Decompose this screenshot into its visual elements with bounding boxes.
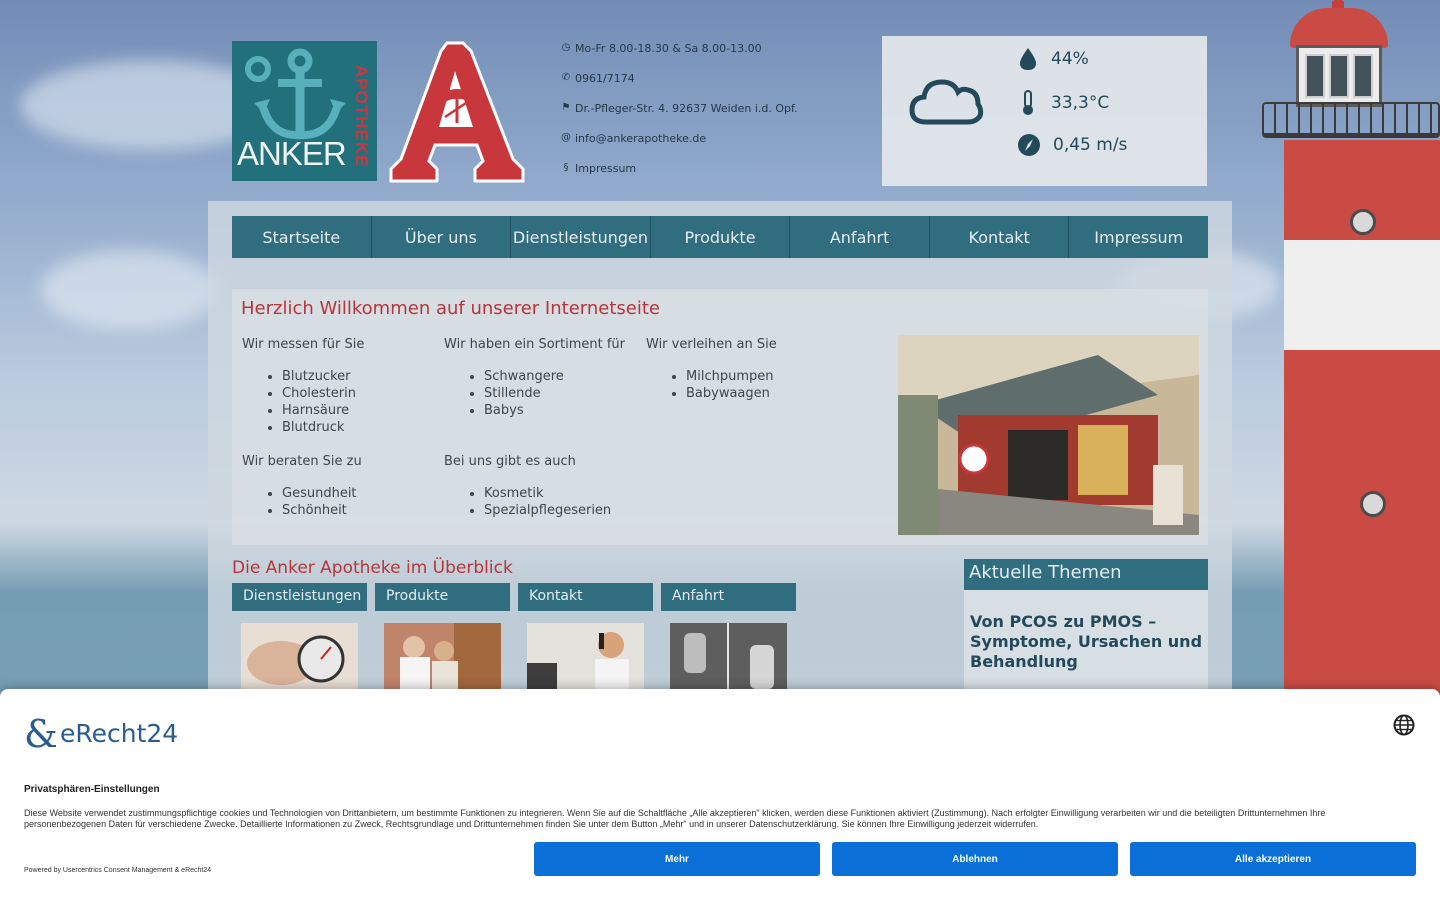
erecht24-logo: & eRecht24 [24,713,178,753]
phone-number[interactable]: ✆ 0961/7174 [561,72,798,102]
at-icon: @ [561,132,571,143]
list-item: Kosmetik [484,485,611,502]
nav-dienstleistungen[interactable]: Dienstleistungen [511,216,651,258]
phone-contact-image [527,623,644,693]
brand-name: eRecht24 [60,718,179,748]
nav-impressum[interactable]: Impressum [1069,216,1208,258]
list-item: Gesundheit [282,485,362,502]
nav-produkte[interactable]: Produkte [651,216,791,258]
contact-info: ◷ Mo-Fr 8.00-18.30 & Sa 8.00-13.00 ✆ 096… [561,42,798,192]
overview-tiles: Dienstleistungen Produkte Kontakt Anfahr… [232,583,796,697]
globe-icon[interactable] [1393,714,1415,736]
welcome-title: Herzlich Willkommen auf unserer Internet… [241,298,660,319]
nav-anfahrt[interactable]: Anfahrt [790,216,930,258]
wind: 0,45 m/s [1017,133,1127,157]
consent-banner: & eRecht24 Privatsphären-Einstellungen D… [0,689,1440,900]
advise-list: Wir beraten Sie zu Gesundheit Schönheit [242,454,362,519]
tile-kontakt[interactable]: Kontakt [518,583,653,697]
consent-text: Diese Website verwendet zustimmungspflic… [24,808,1326,829]
impressum-link[interactable]: § Impressum [561,162,798,192]
apotheke-a-logo [389,41,525,183]
list-item: Milchpumpen [686,368,777,385]
thermometer-icon [1023,90,1033,115]
overview-title: Die Anker Apotheke im Überblick [232,558,513,578]
assortment-list: Wir haben ein Sortiment für Schwangere S… [444,337,625,419]
rent-list: Wir verleihen an Sie Milchpumpen Babywaa… [646,337,777,402]
nav-kontakt[interactable]: Kontakt [930,216,1070,258]
list-item: Stillende [484,385,625,402]
current-topics: Aktuelle Themen Von PCOS zu PMOS – Sympt… [964,559,1208,700]
nav-startseite[interactable]: Startseite [232,216,372,258]
weather-widget: 44% 33,3°C 0,45 m/s [882,36,1207,186]
cloud-icon [909,79,984,125]
list-item: Blutzucker [282,368,364,385]
droplet-icon [1020,48,1036,70]
humidity: 44% [1017,47,1089,71]
anchor-icon [245,48,346,140]
logo-word: ANKER [237,135,347,172]
main-nav: Startseite Über uns Dienstleistungen Pro… [232,216,1208,258]
current-topics-title: Aktuelle Themen [964,559,1208,590]
svg-text:&: & [24,713,58,753]
more-button[interactable]: Mehr [534,842,820,876]
also-list: Bei uns gibt es auch Kosmetik Spezialpfl… [444,454,611,519]
clock-icon: ◷ [561,42,571,53]
parking-lot-image [670,623,787,693]
list-item: Babys [484,402,625,419]
list-item: Harnsäure [282,402,364,419]
storefront-photo [898,335,1199,535]
list-item: Babywaagen [686,385,777,402]
tile-produkte[interactable]: Produkte [375,583,510,697]
temperature: 33,3°C [1017,90,1109,116]
measure-list: Wir messen für Sie Blutzucker Cholesteri… [242,337,364,436]
list-item: Spezialpflegeserien [484,502,611,519]
article-title-link[interactable]: Von PCOS zu PMOS – Symptome, Ursachen un… [964,590,1208,700]
opening-hours: ◷ Mo-Fr 8.00-18.30 & Sa 8.00-13.00 [561,42,762,55]
powered-by[interactable]: Powered by Usercentrics Consent Manageme… [24,867,211,874]
tile-anfahrt[interactable]: Anfahrt [661,583,796,697]
pharmacy-shelf-image [384,623,501,693]
tile-dienstleistungen[interactable]: Dienstleistungen [232,583,367,697]
consent-title: Privatsphären-Einstellungen [24,784,160,795]
accept-all-button[interactable]: Alle akzeptieren [1130,842,1416,876]
list-item: Schönheit [282,502,362,519]
signpost-icon: ⚑ [561,102,571,113]
logo-vertical-text: APOTHEKE [352,65,371,168]
email-link[interactable]: @ info@ankerapotheke.de [561,132,798,162]
ampersand-logo-icon: & [24,713,58,753]
compass-icon [1018,134,1040,156]
list-item: Blutdruck [282,419,364,436]
paragraph-icon: § [563,162,569,173]
nav-ueber-uns[interactable]: Über uns [372,216,512,258]
list-item: Cholesterin [282,385,364,402]
phone-icon: ✆ [561,72,571,83]
anker-logo[interactable]: ANKER APOTHEKE [232,41,377,181]
decline-button[interactable]: Ablehnen [832,842,1118,876]
blood-pressure-image [241,623,358,693]
list-item: Schwangere [484,368,625,385]
address: ⚑ Dr.-Pfleger-Str. 4. 92637 Weiden i.d. … [561,102,798,115]
